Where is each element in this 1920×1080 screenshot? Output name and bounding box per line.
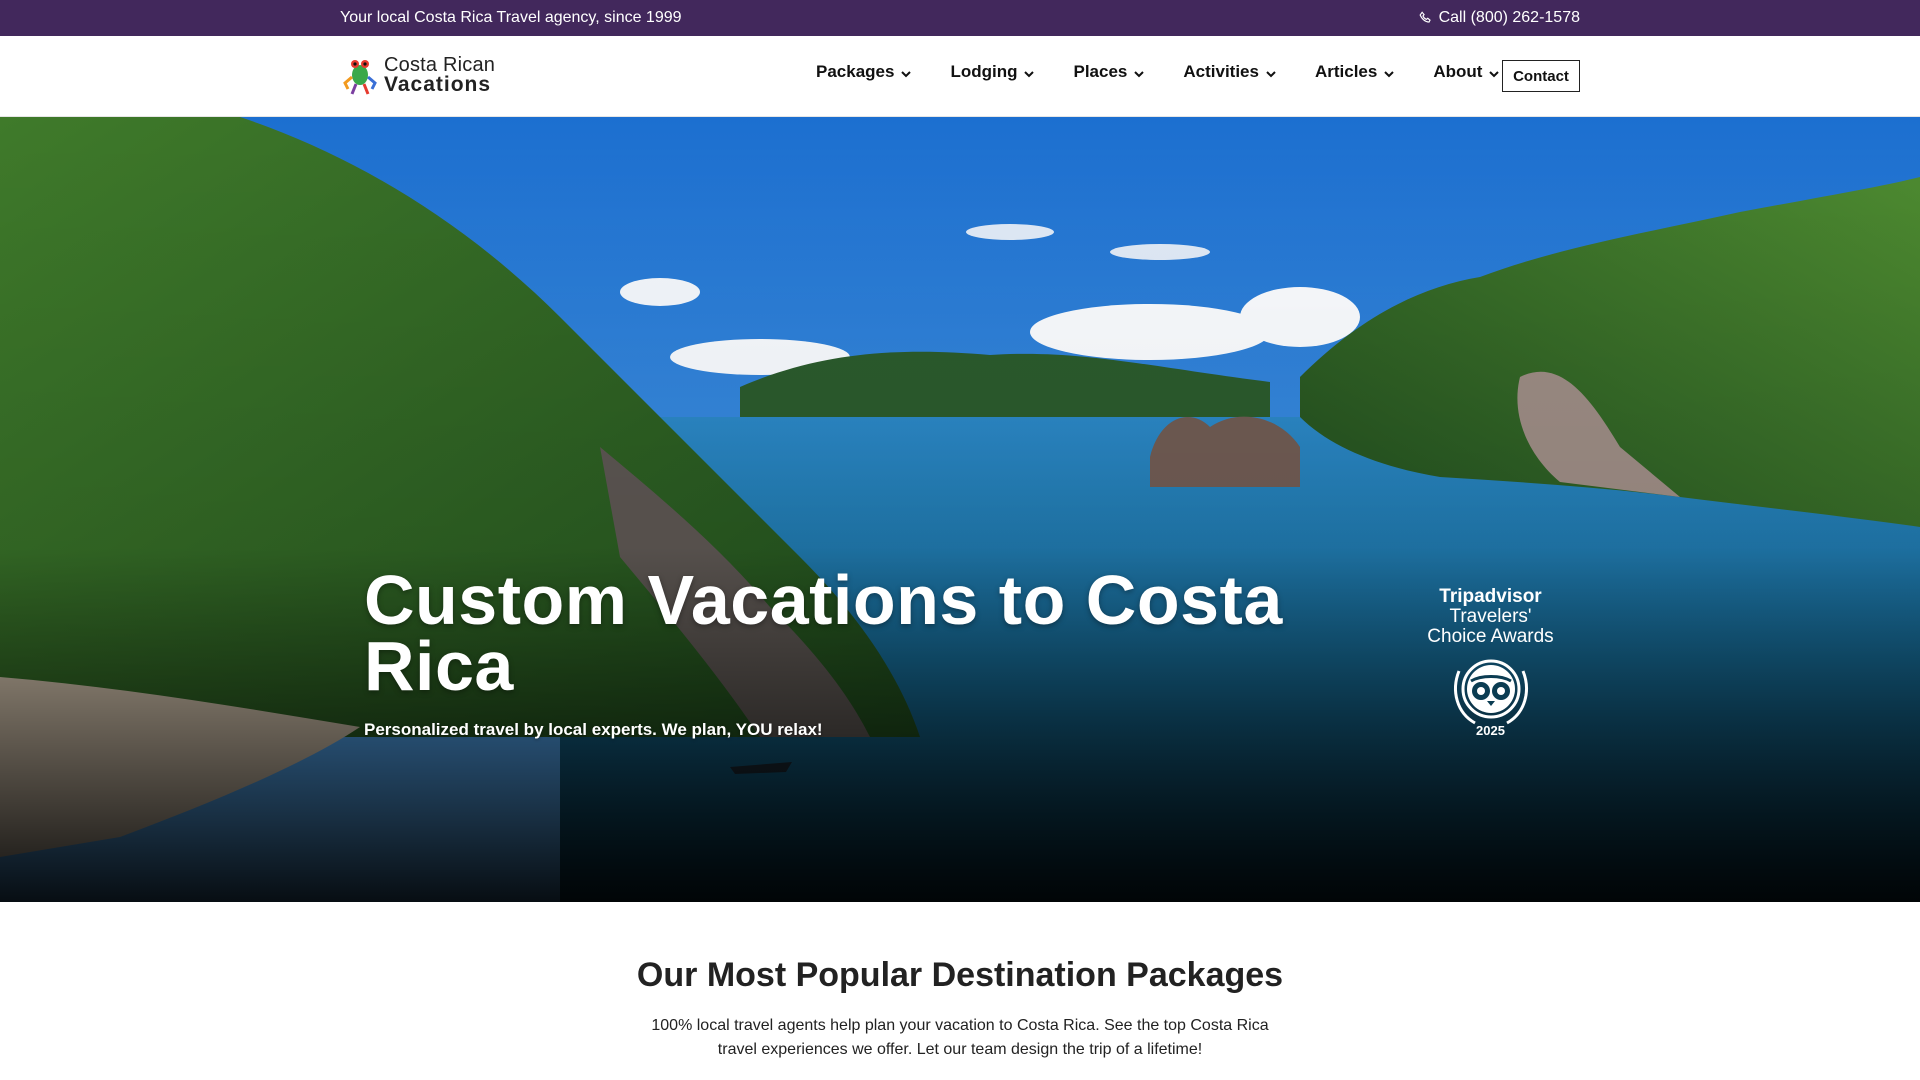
hero-subtitle: Personalized travel by local experts. We… [364, 720, 823, 739]
frog-logo-icon [343, 60, 377, 95]
section-description: 100% local travel agents help plan your … [651, 1017, 1269, 1058]
main-nav: Packages Lodging Places Activities Artic… [816, 62, 1538, 82]
nav-label: About [1433, 62, 1483, 81]
phone-icon [1419, 11, 1431, 23]
section-heading: Our Most Popular Destination Packages [636, 956, 1284, 994]
chevron-down-icon [1134, 70, 1145, 77]
award-brand: Tripadvisor [1439, 586, 1542, 607]
chevron-down-icon [1384, 70, 1395, 77]
nav-label: Packages [816, 62, 895, 81]
nav-label: Activities [1183, 62, 1259, 81]
hero-title: Custom Vacations to Costa Rica [364, 561, 1283, 705]
chevron-down-icon [1489, 70, 1500, 77]
contact-button[interactable]: Contact [1502, 60, 1580, 92]
nav-label: Places [1073, 62, 1128, 81]
agency-tagline: Your local Costa Rica Travel agency, sin… [340, 9, 682, 26]
phone-link[interactable]: Call (800) 262-1578 [1419, 9, 1580, 27]
award-line2: Travelers' [1449, 606, 1532, 627]
nav-item-about[interactable]: About [1433, 62, 1500, 82]
award-line3: Choice Awards [1427, 626, 1554, 647]
nav-item-lodging[interactable]: Lodging [950, 62, 1035, 82]
hero-banner: Custom Vacations to Costa Rica Personali… [0, 117, 1920, 902]
popular-packages-section: Our Most Popular Destination Packages 10… [0, 902, 1920, 1080]
top-bar: Your local Costa Rica Travel agency, sin… [0, 0, 1920, 36]
tripadvisor-owl-icon [1453, 659, 1528, 725]
nav-item-activities[interactable]: Activities [1183, 62, 1277, 82]
nav-item-places[interactable]: Places [1073, 62, 1145, 82]
chevron-down-icon [1266, 70, 1276, 77]
site-header: Costa Rican Vacations Packages Lodging P… [0, 36, 1920, 117]
chevron-down-icon [901, 70, 912, 77]
logo-text: Costa Rican Vacations [384, 55, 495, 96]
nav-label: Articles [1314, 62, 1378, 81]
phone-label: Call (800) 262-1578 [1438, 9, 1580, 26]
hero-background-image [0, 117, 1920, 902]
tripadvisor-award-badge[interactable]: Tripadvisor Travelers' Choice Awards 202… [1418, 586, 1563, 739]
award-year: 2025 [1476, 723, 1505, 738]
nav-label: Lodging [950, 62, 1018, 81]
site-logo[interactable]: Costa Rican Vacations [342, 53, 495, 97]
nav-item-packages[interactable]: Packages [816, 62, 912, 82]
nav-item-articles[interactable]: Articles [1315, 62, 1395, 82]
logo-line2: Vacations [384, 73, 492, 96]
chevron-down-icon [1024, 70, 1035, 77]
